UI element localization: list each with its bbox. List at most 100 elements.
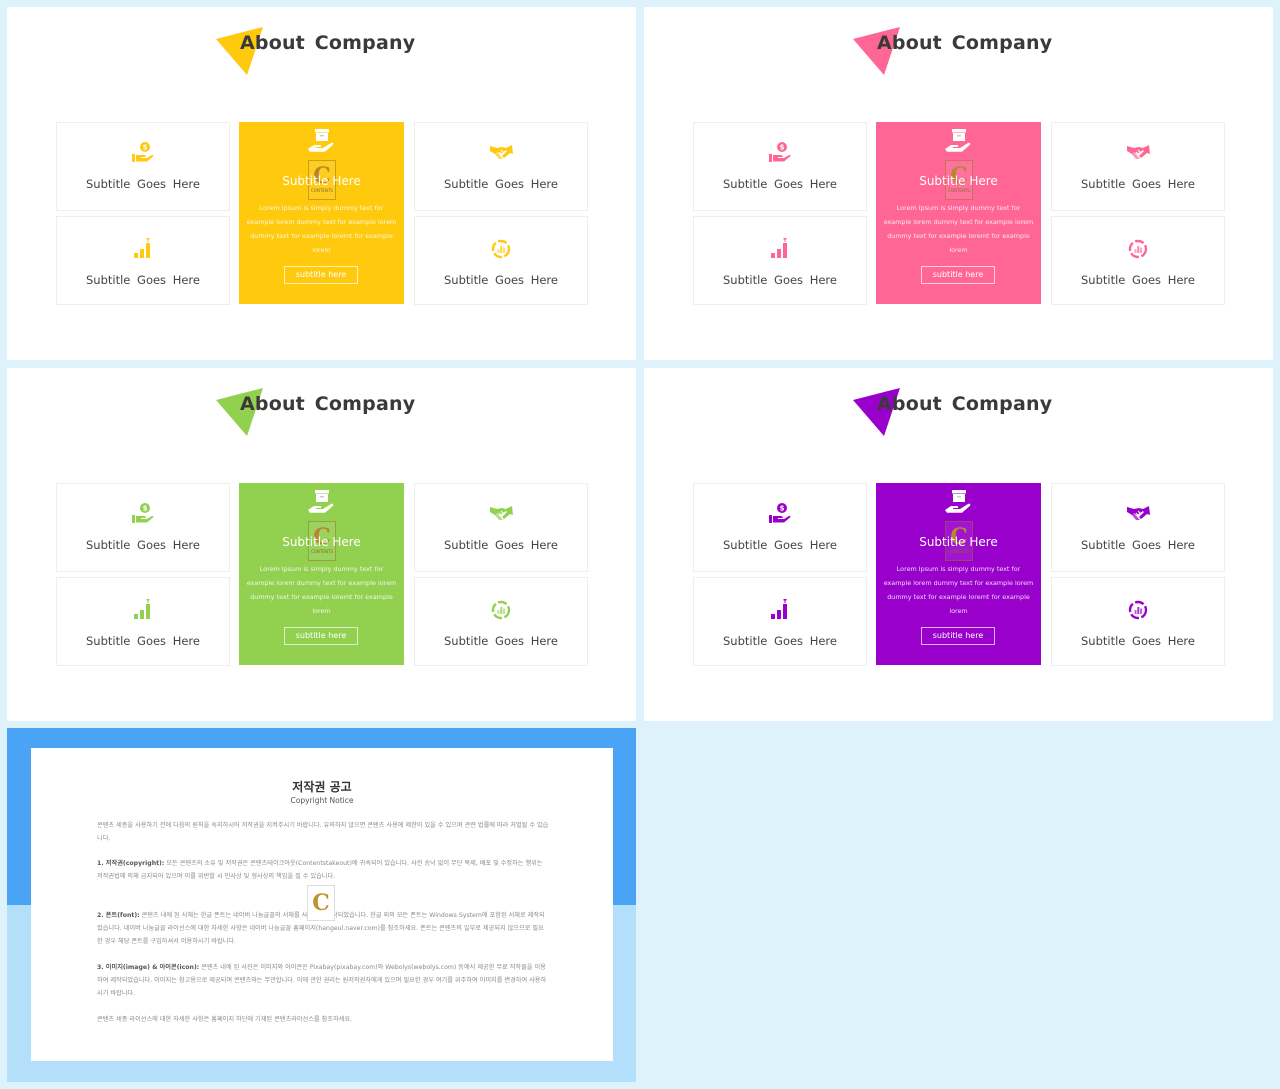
- feature-card-analytics[interactable]: Subtitle Goes Here: [414, 577, 588, 666]
- slide-purple: About Company $ Subtitle Goes Here Subti…: [644, 368, 1273, 721]
- card-label: Subtitle Goes Here: [723, 538, 837, 552]
- slide-title: About Company: [240, 32, 416, 54]
- highlight-title: Subtitle Here: [919, 535, 998, 549]
- highlight-title: Subtitle Here: [282, 174, 361, 188]
- feature-card-partnership[interactable]: Subtitle Goes Here: [414, 483, 588, 572]
- handshake-icon: [488, 502, 514, 526]
- highlight-card: C CONTENTS Subtitle Here Lorem Ipsum is …: [876, 122, 1041, 304]
- highlight-card: C CONTENTS Subtitle Here Lorem Ipsum is …: [876, 483, 1041, 665]
- watermark-text: CONTENTS: [311, 549, 333, 554]
- section-heading: 2. 폰트(font):: [97, 912, 140, 919]
- feature-card-partnership[interactable]: Subtitle Goes Here: [414, 122, 588, 211]
- feature-card-finance[interactable]: $ Subtitle Goes Here: [693, 122, 867, 211]
- watermark-text: CONTENTS: [948, 549, 970, 554]
- feature-card-analytics[interactable]: Subtitle Goes Here: [414, 216, 588, 305]
- slide-pink: About Company $ Subtitle Goes Here Subti…: [644, 7, 1273, 360]
- card-label: Subtitle Goes Here: [444, 538, 558, 552]
- section-heading: 1. 저작권(copyright):: [97, 860, 165, 867]
- hand-box-icon: [307, 490, 333, 513]
- card-label: Subtitle Goes Here: [444, 634, 558, 648]
- hand-box-icon: [944, 490, 970, 513]
- card-label: Subtitle Goes Here: [1081, 273, 1195, 287]
- feature-card-growth[interactable]: Subtitle Goes Here: [56, 216, 230, 305]
- feature-card-finance[interactable]: $ Subtitle Goes Here: [56, 483, 230, 572]
- hand-coin-icon: $: [130, 502, 156, 526]
- handshake-icon: [1125, 502, 1151, 526]
- bar-growth-icon: [130, 598, 156, 622]
- highlight-description: Lorem Ipsum is simply dummy text for exa…: [246, 204, 397, 254]
- watermark-logo: C: [307, 885, 335, 921]
- copyright-intro: 콘텐츠 세종을 사용하기 전에 다음의 원칙을 숙지하시어 저작권을 지켜주시기…: [97, 822, 549, 842]
- handshake-icon: [1125, 141, 1151, 165]
- title-area: About Company: [644, 27, 1273, 77]
- handshake-icon: [488, 141, 514, 165]
- bar-growth-icon: [767, 237, 793, 261]
- feature-card-growth[interactable]: Subtitle Goes Here: [693, 577, 867, 666]
- watermark-text: CONTENTS: [948, 188, 970, 193]
- feature-card-growth[interactable]: Subtitle Goes Here: [693, 216, 867, 305]
- card-label: Subtitle Goes Here: [723, 634, 837, 648]
- feature-card-partnership[interactable]: Subtitle Goes Here: [1051, 122, 1225, 211]
- copyright-paper: 저작권 공고 Copyright Notice 콘텐츠 세종을 사용하기 전에 …: [31, 748, 613, 1061]
- card-label: Subtitle Goes Here: [444, 177, 558, 191]
- watermark-letter: C: [312, 890, 330, 916]
- card-label: Subtitle Goes Here: [86, 538, 200, 552]
- feature-card-growth[interactable]: Subtitle Goes Here: [56, 577, 230, 666]
- subtitle-button[interactable]: subtitle here: [284, 266, 358, 284]
- card-label: Subtitle Goes Here: [723, 177, 837, 191]
- title-area: About Company: [7, 388, 636, 438]
- section-heading: 3. 이미지(image) & 아이콘(icon):: [97, 964, 200, 971]
- chart-cycle-icon: [488, 598, 514, 622]
- copyright-title: 저작권 공고: [292, 780, 352, 794]
- hand-box-icon: [307, 129, 333, 152]
- watermark-text: CONTENTS: [311, 188, 333, 193]
- section-body: 모든 콘텐츠의 소유 및 저작권은 콘텐츠테이크아웃(Contentstakeo…: [97, 860, 543, 880]
- copyright-slide: 저작권 공고 Copyright Notice 콘텐츠 세종을 사용하기 전에 …: [7, 728, 636, 1082]
- highlight-description: Lorem Ipsum is simply dummy text for exa…: [883, 204, 1034, 254]
- card-label: Subtitle Goes Here: [1081, 177, 1195, 191]
- slide-yellow: About Company $ Subtitle Goes Here Subti…: [7, 7, 636, 360]
- highlight-title: Subtitle Here: [919, 174, 998, 188]
- slide-green: About Company $ Subtitle Goes Here Subti…: [7, 368, 636, 721]
- title-area: About Company: [644, 388, 1273, 438]
- slide-title: About Company: [877, 32, 1053, 54]
- feature-card-analytics[interactable]: Subtitle Goes Here: [1051, 577, 1225, 666]
- highlight-title: Subtitle Here: [282, 535, 361, 549]
- svg-text:$: $: [143, 505, 148, 513]
- card-label: Subtitle Goes Here: [723, 273, 837, 287]
- hand-box-icon: [944, 129, 970, 152]
- bar-growth-icon: [130, 237, 156, 261]
- hand-coin-icon: $: [767, 141, 793, 165]
- svg-text:$: $: [780, 144, 785, 152]
- feature-card-finance[interactable]: $ Subtitle Goes Here: [693, 483, 867, 572]
- card-label: Subtitle Goes Here: [444, 273, 558, 287]
- feature-card-partnership[interactable]: Subtitle Goes Here: [1051, 483, 1225, 572]
- highlight-description: Lorem Ipsum is simply dummy text for exa…: [246, 565, 397, 615]
- subtitle-button[interactable]: subtitle here: [921, 266, 995, 284]
- hand-coin-icon: $: [130, 141, 156, 165]
- copyright-section-1: 1. 저작권(copyright): 모든 콘텐츠의 소유 및 저작권은 콘텐츠…: [97, 857, 549, 883]
- hand-coin-icon: $: [767, 502, 793, 526]
- highlight-card: C CONTENTS Subtitle Here Lorem Ipsum is …: [239, 483, 404, 665]
- chart-cycle-icon: [1125, 237, 1151, 261]
- highlight-card: C CONTENTS Subtitle Here Lorem Ipsum is …: [239, 122, 404, 304]
- copyright-subtitle: Copyright Notice: [290, 796, 354, 805]
- svg-text:$: $: [143, 144, 148, 152]
- chart-cycle-icon: [1125, 598, 1151, 622]
- slide-title: About Company: [877, 393, 1053, 415]
- highlight-description: Lorem Ipsum is simply dummy text for exa…: [883, 565, 1034, 615]
- slide-title: About Company: [240, 393, 416, 415]
- subtitle-button[interactable]: subtitle here: [921, 627, 995, 645]
- feature-card-analytics[interactable]: Subtitle Goes Here: [1051, 216, 1225, 305]
- card-label: Subtitle Goes Here: [86, 273, 200, 287]
- chart-cycle-icon: [488, 237, 514, 261]
- feature-card-finance[interactable]: $ Subtitle Goes Here: [56, 122, 230, 211]
- svg-text:$: $: [780, 505, 785, 513]
- card-label: Subtitle Goes Here: [86, 634, 200, 648]
- card-label: Subtitle Goes Here: [1081, 538, 1195, 552]
- card-label: Subtitle Goes Here: [1081, 634, 1195, 648]
- copyright-section-3: 3. 이미지(image) & 아이콘(icon): 콘텐츠 내에 된 사진은 …: [97, 961, 549, 1000]
- bar-growth-icon: [767, 598, 793, 622]
- subtitle-button[interactable]: subtitle here: [284, 627, 358, 645]
- copyright-footer: 콘텐츠 세종 라이선스에 대한 자세한 사항은 홈페이지 하단에 기재된 콘텐츠…: [97, 1016, 353, 1023]
